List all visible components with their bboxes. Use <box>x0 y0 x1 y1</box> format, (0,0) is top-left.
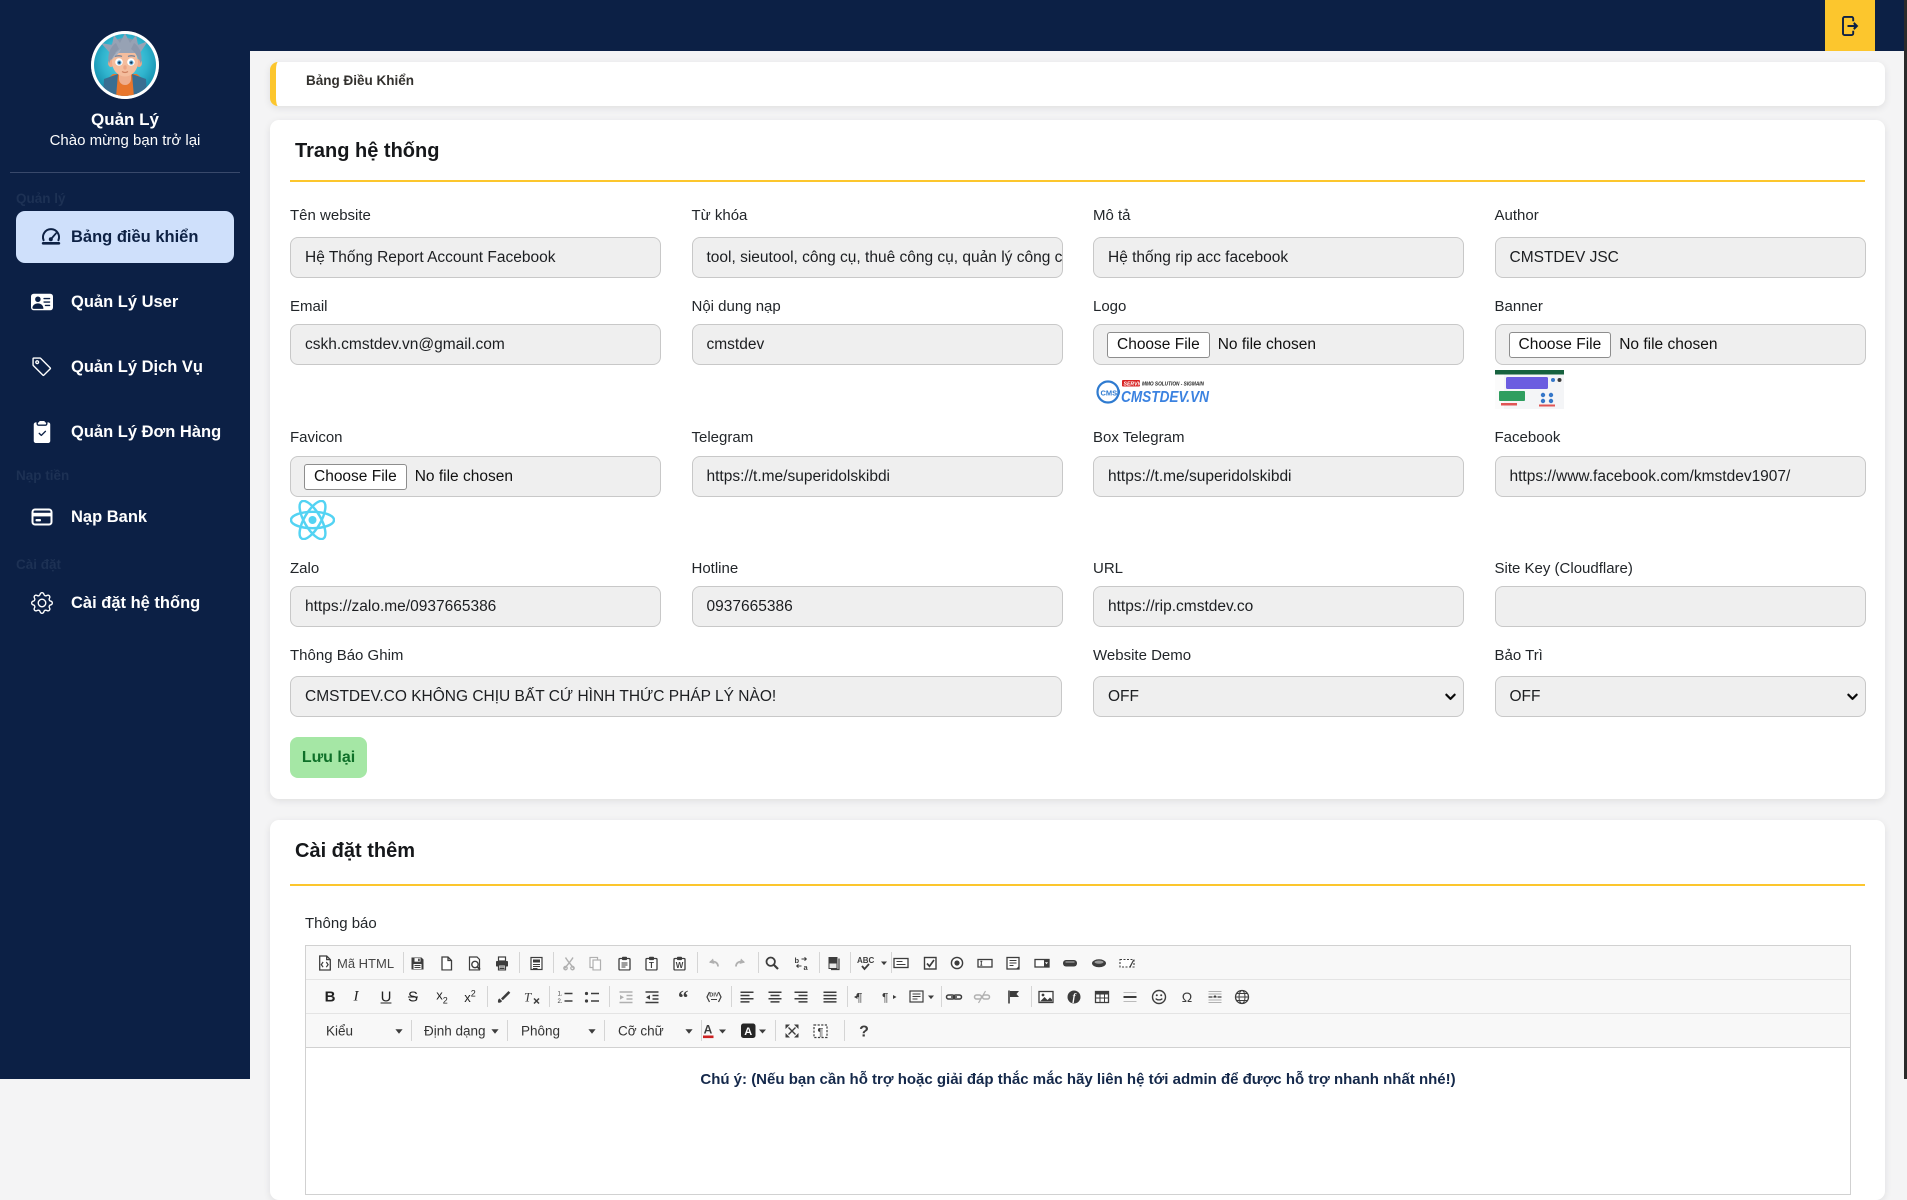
svg-text:W: W <box>676 961 684 970</box>
svg-text:A: A <box>704 1023 713 1037</box>
svg-text:1.: 1. <box>558 992 563 998</box>
svg-text:T: T <box>649 961 654 970</box>
svg-text:ABC: ABC <box>857 956 875 965</box>
svg-text:T: T <box>524 990 532 1005</box>
svg-text:CMSTDEV.VN: CMSTDEV.VN <box>1121 389 1210 404</box>
svg-text:¶: ¶ <box>882 991 888 1005</box>
svg-text:b: b <box>795 956 800 965</box>
svg-text:2.: 2. <box>558 999 563 1005</box>
svg-text:a: a <box>804 963 809 971</box>
svg-text:¶: ¶ <box>818 1027 824 1039</box>
svg-text:?: ? <box>859 1024 869 1040</box>
svg-text:A: A <box>744 1026 752 1038</box>
svg-text:CMS: CMS <box>1101 389 1118 398</box>
svg-text:“: “ <box>678 990 689 1005</box>
svg-text:Ω: Ω <box>1182 989 1192 1005</box>
svg-text:MMO SOLUTION - SIGMAIN: MMO SOLUTION - SIGMAIN <box>1142 382 1205 388</box>
svg-text:DIV: DIV <box>709 993 719 999</box>
